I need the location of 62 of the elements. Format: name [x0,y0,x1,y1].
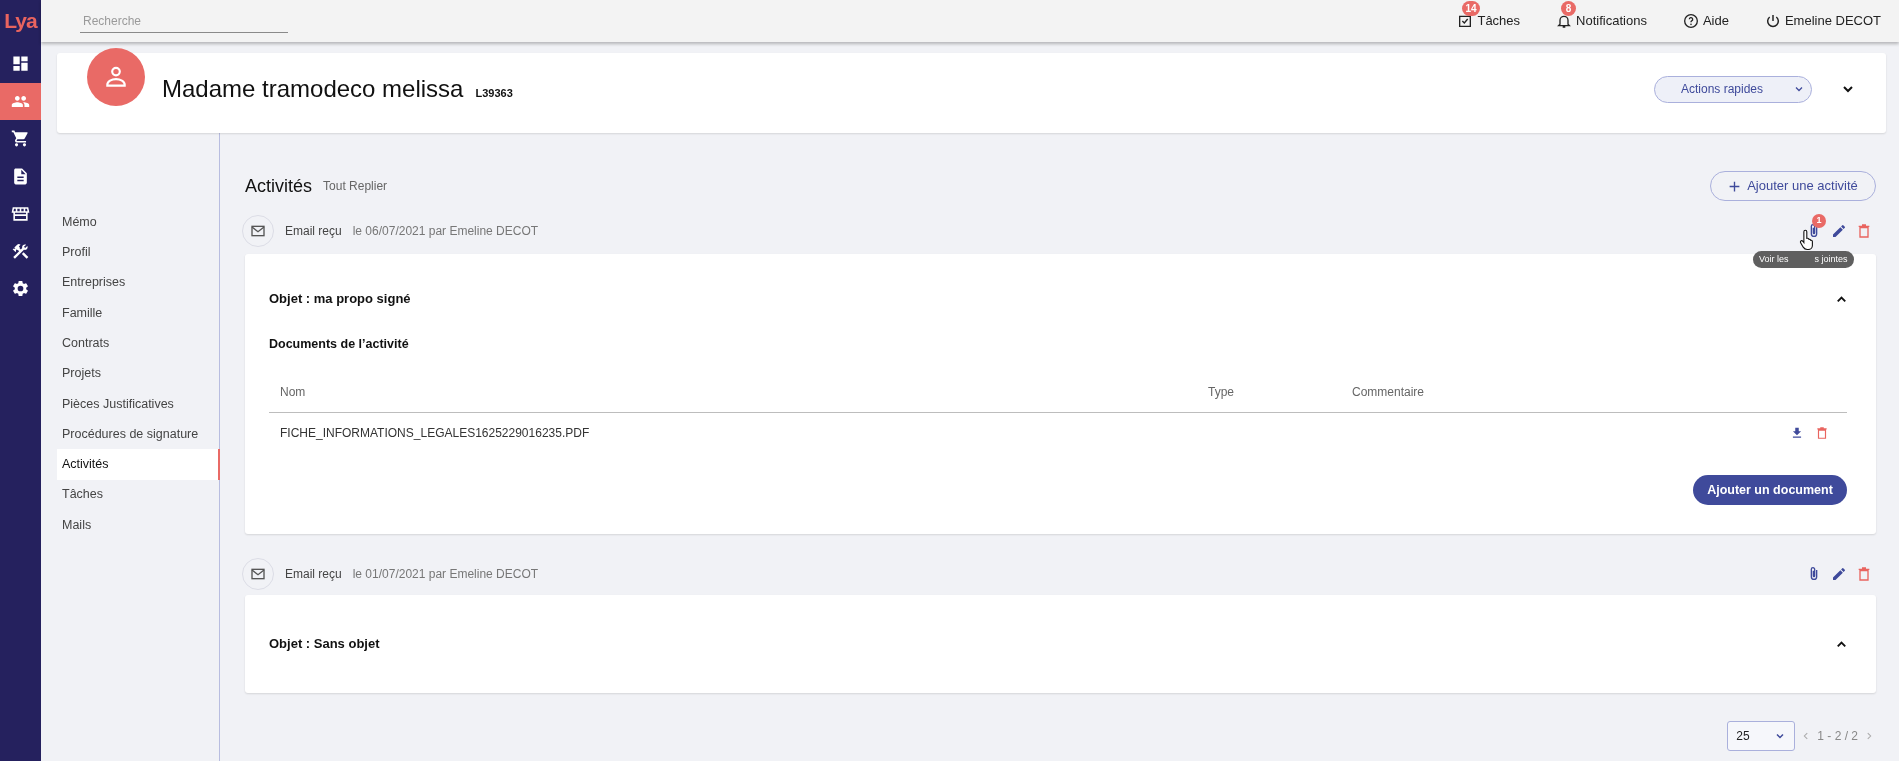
count-badge: 1 [1812,214,1826,228]
client-name: Madame tramodeco melissa [162,74,464,104]
subnav-item[interactable]: Entreprises [57,267,220,298]
trash-icon[interactable] [1856,223,1872,239]
settings-icon [11,279,30,299]
pencil-icon[interactable] [1831,566,1847,582]
document-icon [11,166,30,186]
activity-subject: Objet : ma propo signé [269,290,411,309]
subnav-item[interactable]: Profil [57,237,220,268]
tooltip-text: s jointes [1814,252,1848,266]
page-size-select[interactable]: 25 [1727,721,1796,751]
count-badge: 14 [1462,1,1480,17]
collapse-all-link[interactable]: Tout Replier [323,177,388,195]
subnav-item[interactable]: Projets [57,358,220,389]
subnav-item[interactable]: Mémo [57,207,220,238]
plus-icon [1728,179,1742,193]
subnav-item[interactable]: Famille [57,297,220,329]
activity-type: Email reçu [285,566,342,583]
column-header: Commentaire [1352,384,1425,399]
envelope-icon [250,223,266,239]
trash-icon[interactable] [1856,566,1872,582]
cart-icon [11,129,30,149]
topbar-link[interactable]: Emeline DECOT [1784,11,1881,31]
section-title: Activités [245,174,313,198]
tasks-icon [1457,13,1474,29]
subnav-item[interactable]: Mails [57,509,220,541]
activity-meta: le 06/07/2021 par Emeline DECOT [352,223,539,240]
subnav-item[interactable]: Procédures de signature [57,419,220,450]
page-range: 1 - 2 / 2 [1817,728,1858,745]
download-icon[interactable] [1790,426,1804,440]
subnav-item[interactable]: Tâches [57,479,220,510]
activity-subject: Objet : Sans objet [269,635,380,654]
file-name: FICHE_INFORMATIONS_LEGALES1625229016235.PDF [279,425,590,442]
subnav-item[interactable]: Contrats [57,328,220,359]
tooltip-text: Voir les [1759,252,1789,266]
trash-icon[interactable] [1815,426,1829,440]
client-code: L39363 [475,86,513,101]
count-badge: 8 [1561,1,1577,17]
person-icon [103,64,129,90]
pencil-icon[interactable] [1831,223,1847,239]
activity-meta: le 01/07/2021 par Emeline DECOT [352,566,539,583]
activity-type: Email reçu [285,223,342,240]
quick-actions-dropdown[interactable]: Actions rapides [1654,75,1812,103]
topbar-link[interactable]: Notifications [1576,11,1647,31]
dashboard-icon [11,54,30,74]
subnav-item[interactable]: Activités [57,449,220,480]
search-field[interactable]: Recherche [80,11,288,30]
logo: Lya [4,8,37,35]
power-icon [1764,13,1781,29]
column-header: Type [1208,384,1234,399]
subnav-item[interactable]: Pièces Justificatives [57,388,220,420]
topbar-link[interactable]: Tâches [1477,11,1521,31]
add-document-button[interactable]: Ajouter un document [1693,475,1847,505]
help-icon [1682,13,1699,29]
bell-icon [1556,13,1573,29]
storefront-icon [11,204,30,224]
topbar-link[interactable]: Aide [1702,11,1729,31]
nav-rail-item[interactable] [0,82,41,120]
documents-title: Documents de l’activité [269,335,409,353]
tools-icon [11,241,30,261]
envelope-icon [250,566,266,582]
column-header: Nom [280,384,306,399]
